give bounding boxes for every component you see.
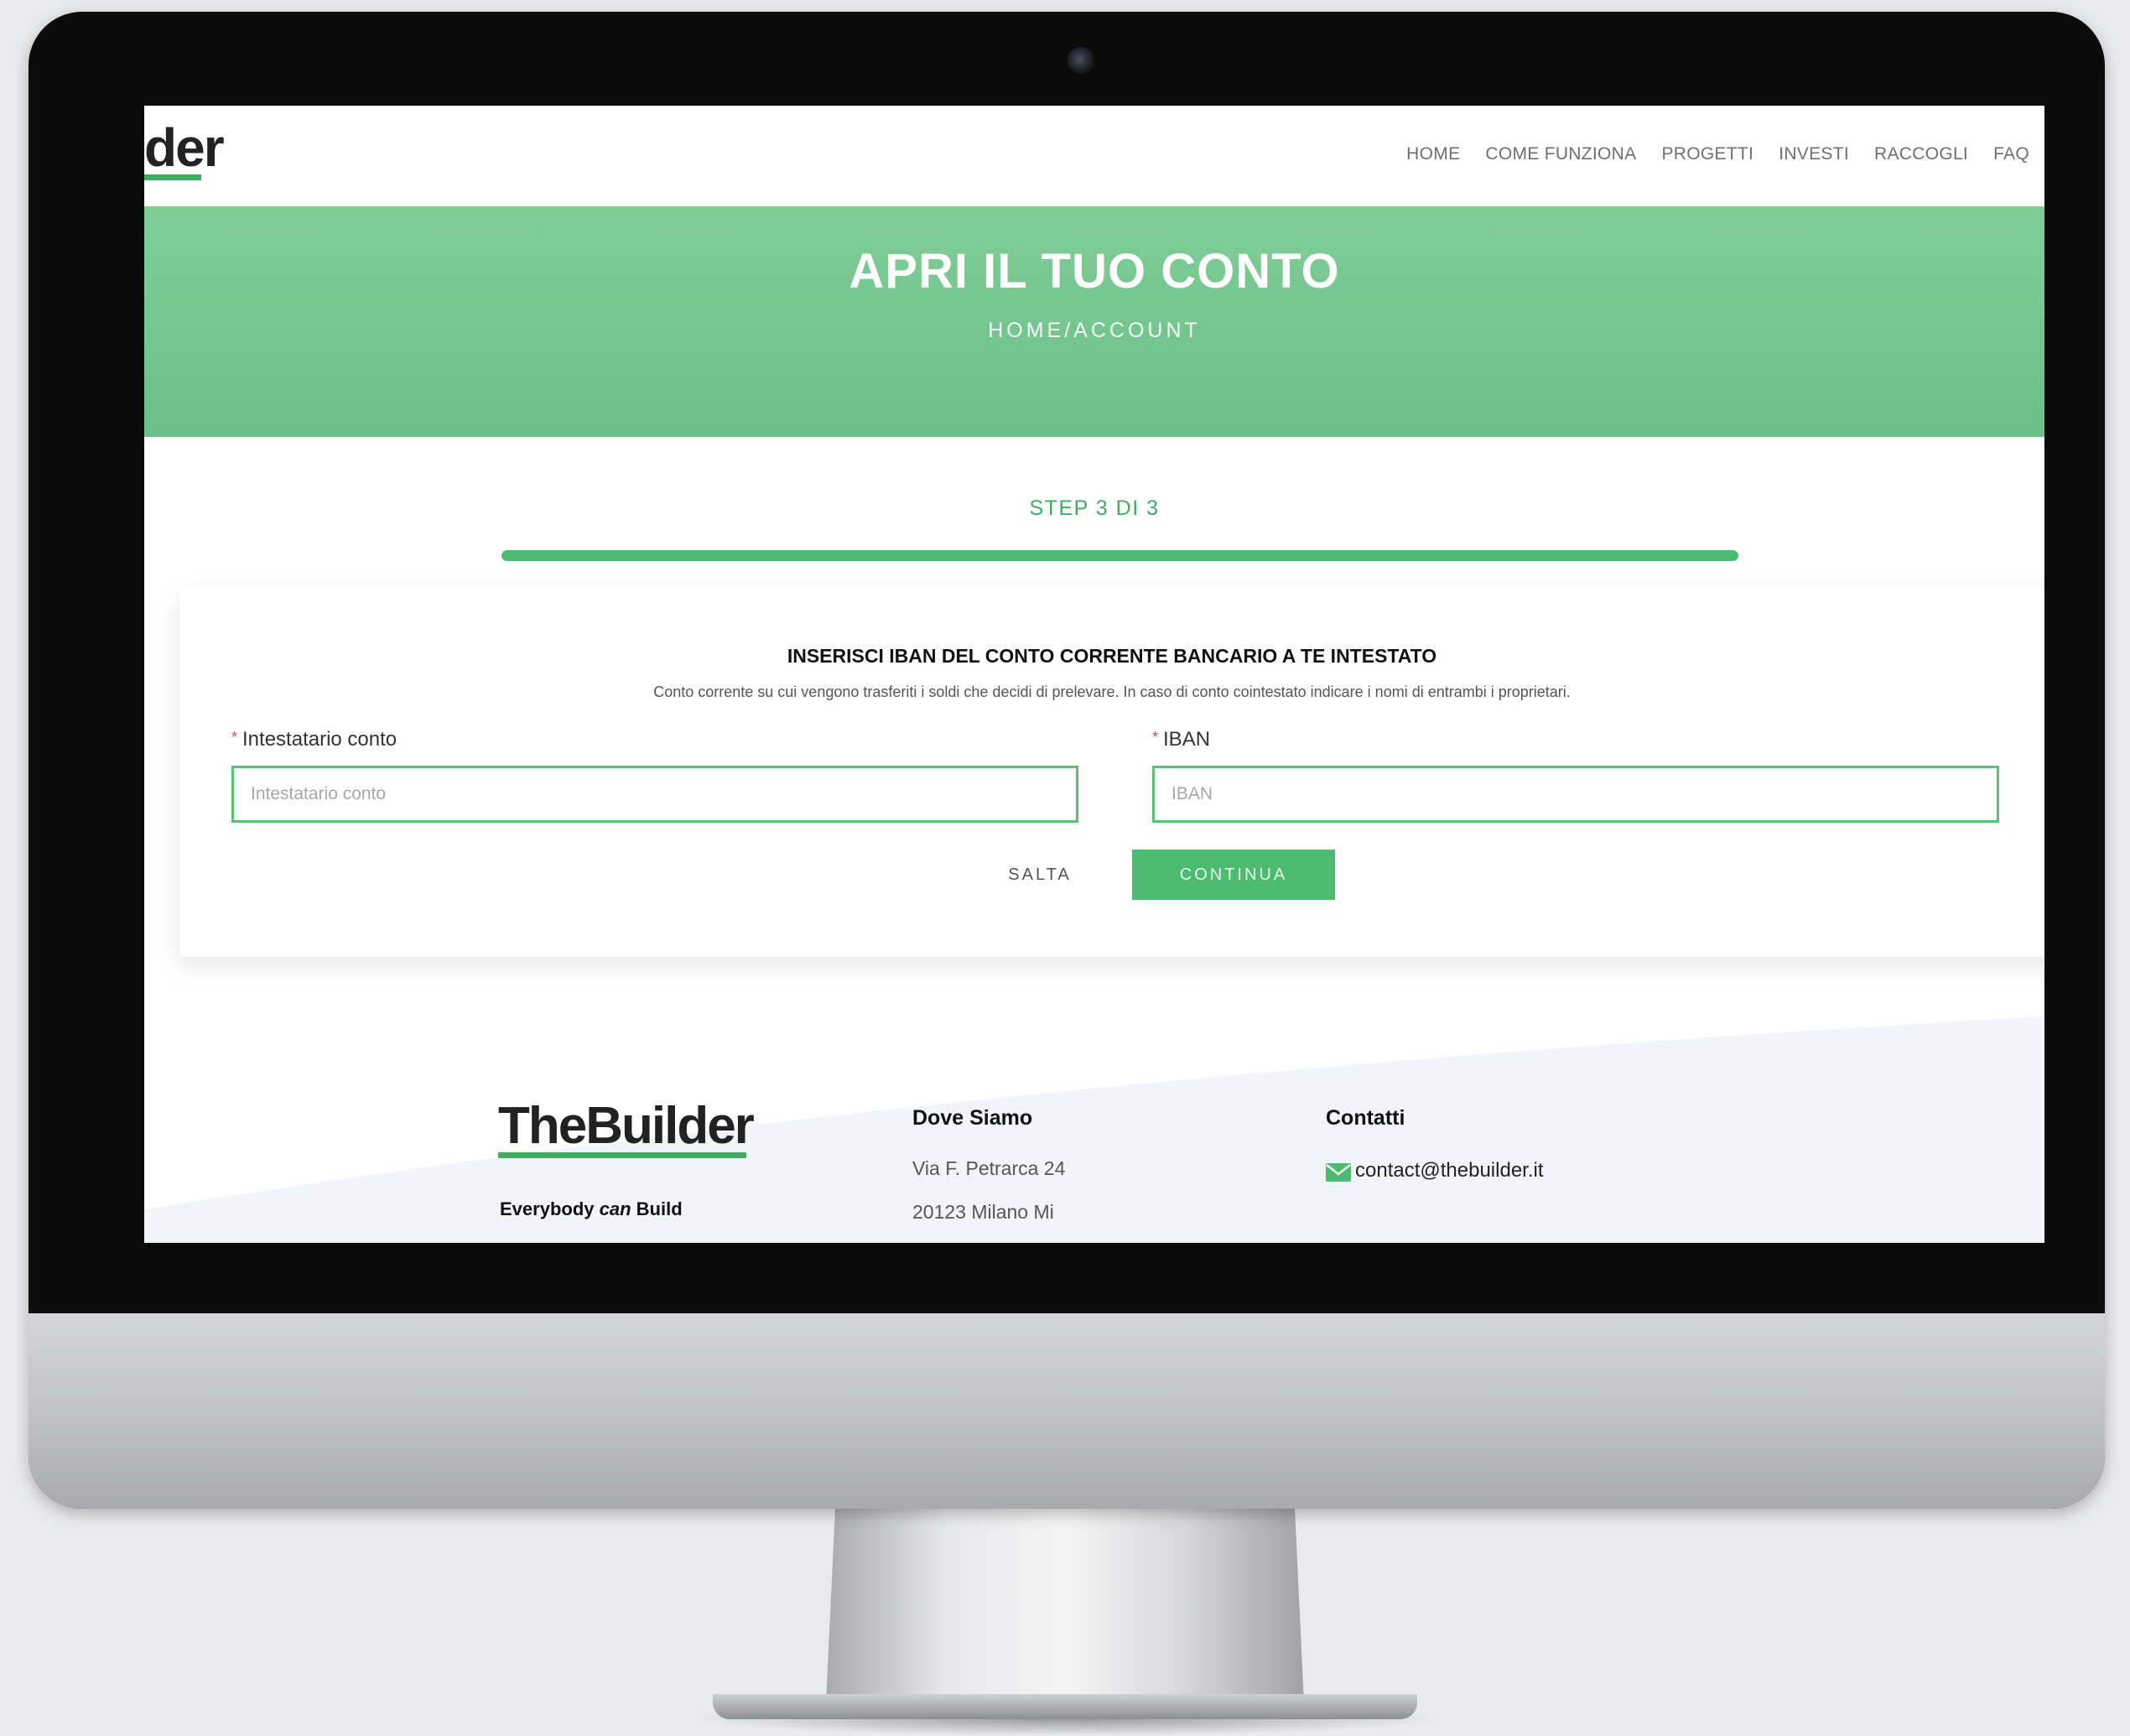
- required-mark: *: [231, 729, 238, 746]
- nav-item-come-funziona[interactable]: COME FUNZIONA: [1485, 144, 1636, 164]
- contacts-title: Contatti: [1326, 1106, 1405, 1130]
- address-line-1: Via F. Petrarca 24: [912, 1157, 1066, 1179]
- site-logo-underline: [144, 174, 201, 180]
- tagline-part-2: can: [599, 1198, 631, 1219]
- nav-item-raccogli[interactable]: RACCOGLI: [1874, 144, 1968, 164]
- nav-item-faq[interactable]: FAQ: [1993, 144, 2029, 164]
- footer-logo-the: The: [498, 1097, 587, 1155]
- iban-form-card: INSERISCI IBAN DEL CONTO CORRENTE BANCAR…: [179, 588, 2044, 957]
- iban-input[interactable]: [1152, 766, 1999, 823]
- site-footer: TheBuilder Everybody can Build Dove Siam…: [144, 1016, 2044, 1243]
- nav-item-home[interactable]: HOME: [1406, 144, 1460, 164]
- skip-button[interactable]: SALTA: [981, 850, 1099, 900]
- footer-logo-builder: Builder: [585, 1097, 755, 1155]
- monitor-stand-base: [713, 1694, 1417, 1719]
- nav-item-progetti[interactable]: PROGETTI: [1661, 144, 1753, 164]
- address-line-2: 20123 Milano Mi: [912, 1201, 1054, 1223]
- monitor-stand: [826, 1501, 1304, 1702]
- location-title: Dove Siamo: [912, 1106, 1033, 1130]
- progress-bar-fill: [501, 550, 1738, 561]
- top-navbar: der HOME COME FUNZIONA PROGETTI INVESTI …: [144, 106, 2044, 206]
- holder-label: * Intestatario conto: [231, 728, 397, 751]
- site-logo[interactable]: der: [144, 121, 225, 174]
- form-description: Conto corrente su cui vengono trasferiti…: [653, 683, 1571, 700]
- nav-item-investi[interactable]: INVESTI: [1779, 144, 1849, 164]
- footer-tagline: Everybody can Build: [500, 1198, 683, 1220]
- footer-logo[interactable]: TheBuilder: [498, 1097, 755, 1155]
- page-title: APRI IL TUO CONTO: [849, 244, 1340, 299]
- step-indicator: STEP 3 DI 3: [1029, 496, 1160, 520]
- footer-background-wave: [144, 1016, 2044, 1243]
- tagline-part-3: Build: [631, 1198, 683, 1219]
- hero-banner: APRI IL TUO CONTO HOME/ACCOUNT: [144, 206, 2044, 437]
- monitor-frame: der HOME COME FUNZIONA PROGETTI INVESTI …: [29, 12, 2105, 1509]
- main-menu: HOME COME FUNZIONA PROGETTI INVESTI RACC…: [1406, 144, 2029, 164]
- browser-screen: der HOME COME FUNZIONA PROGETTI INVESTI …: [144, 106, 2044, 1243]
- required-mark: *: [1152, 729, 1159, 746]
- progress-bar: [501, 550, 1738, 561]
- form-title: INSERISCI IBAN DEL CONTO CORRENTE BANCAR…: [787, 645, 1437, 667]
- continue-button[interactable]: CONTINUA: [1132, 850, 1335, 900]
- camera-icon: [1068, 47, 1094, 74]
- breadcrumb[interactable]: HOME/ACCOUNT: [144, 319, 2044, 343]
- iban-label-text: IBAN: [1163, 728, 1211, 751]
- tagline-part-1: Everybody: [500, 1198, 600, 1219]
- footer-logo-underline: [498, 1152, 746, 1158]
- iban-label: * IBAN: [1152, 728, 1210, 751]
- holder-label-text: Intestatario conto: [242, 728, 397, 751]
- envelope-icon: [1326, 1163, 1351, 1182]
- monitor-chin: [29, 1313, 2105, 1509]
- contact-email-link[interactable]: contact@thebuilder.it: [1355, 1159, 1544, 1182]
- account-holder-input[interactable]: [231, 766, 1078, 823]
